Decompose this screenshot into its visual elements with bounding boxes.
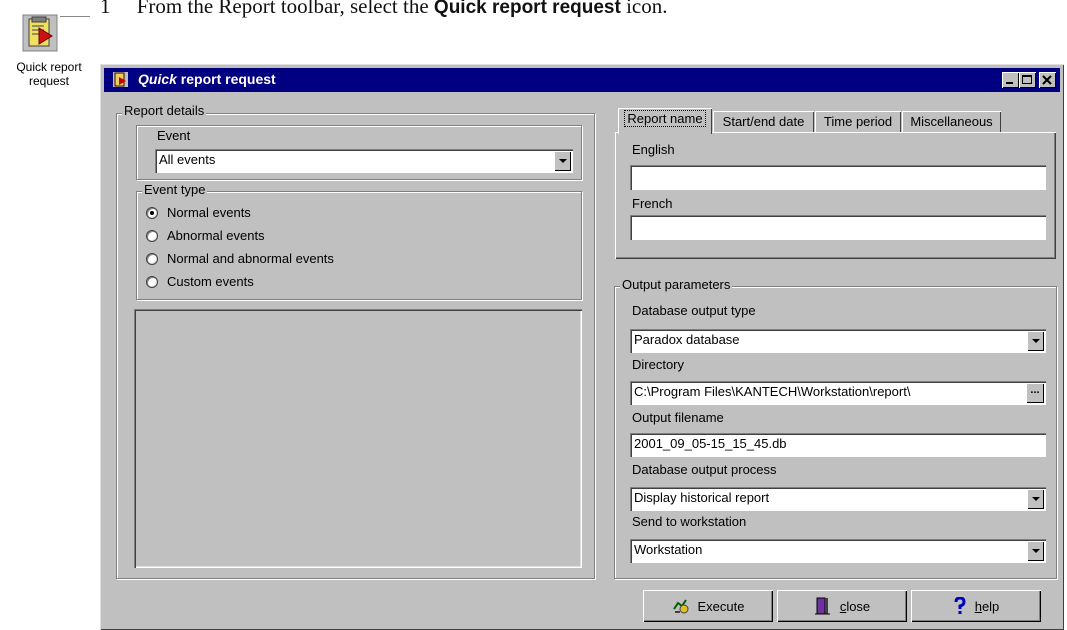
tab-time-period[interactable]: Time period <box>815 111 901 133</box>
radio-custom-events[interactable] <box>146 276 158 288</box>
db-output-process-select[interactable]: Display historical report <box>630 487 1046 511</box>
tab-miscellaneous[interactable]: Miscellaneous <box>902 111 1001 133</box>
output-filename-label: Output filename <box>632 410 724 425</box>
english-label: English <box>632 142 675 157</box>
execute-icon <box>672 599 688 614</box>
execute-label: Execute <box>697 598 745 614</box>
quick-report-label[interactable]: Quick report request <box>8 60 90 88</box>
window-title-rest: report request <box>176 71 276 87</box>
event-select[interactable]: All events <box>155 149 573 173</box>
step-number: 1 <box>100 0 111 18</box>
radio-abnormal-events-label[interactable]: Abnormal events <box>167 228 265 243</box>
radio-custom-events-label[interactable]: Custom events <box>167 274 254 289</box>
maximize-button[interactable] <box>1019 72 1036 88</box>
radio-normal-abnormal-events-label[interactable]: Normal and abnormal events <box>167 251 334 266</box>
app-icon <box>112 71 129 88</box>
title-bar[interactable]: Quick report request <box>104 68 1060 92</box>
radio-abnormal-events[interactable] <box>146 230 158 242</box>
help-question-icon <box>954 597 966 614</box>
report-details-label: Report details <box>122 103 207 118</box>
directory-label: Directory <box>632 357 685 372</box>
instruction-prefix: From the Report toolbar, select the <box>136 0 434 18</box>
french-label: French <box>632 196 673 211</box>
db-output-process-label: Database output process <box>632 462 777 477</box>
window-title-italic: Quick <box>138 71 177 87</box>
close-label: close <box>840 599 870 614</box>
english-field[interactable] <box>630 165 1046 190</box>
radio-normal-abnormal-events[interactable] <box>146 253 158 265</box>
event-select-value: All events <box>159 152 216 167</box>
event-type-label: Event type <box>142 182 208 197</box>
send-to-workstation-value: Workstation <box>634 542 703 557</box>
event-label: Event <box>157 128 191 143</box>
chevron-down-icon[interactable] <box>1027 541 1044 561</box>
tab-report-name-label: Report name <box>624 110 706 127</box>
send-to-workstation-select[interactable]: Workstation <box>630 539 1046 563</box>
toolbar-divider <box>60 16 90 17</box>
minimize-button[interactable] <box>1002 72 1019 88</box>
window-title: Quick report request <box>138 71 276 87</box>
db-output-process-value: Display historical report <box>634 490 770 505</box>
directory-field[interactable]: C:\Program Files\KANTECH\Workstation\rep… <box>630 381 1046 405</box>
custom-events-panel <box>134 309 582 568</box>
chevron-down-icon[interactable] <box>554 151 571 171</box>
french-field[interactable] <box>630 215 1046 240</box>
instruction-text: 1 From the Report toolbar, select the Qu… <box>100 0 667 19</box>
door-icon <box>814 597 830 615</box>
browse-button[interactable]: ... <box>1026 383 1044 403</box>
help-label: help <box>975 599 1000 614</box>
execute-button[interactable]: Execute <box>643 590 773 622</box>
help-button[interactable]: help <box>911 590 1041 622</box>
tab-start-end-date[interactable]: Start/end date <box>713 111 814 133</box>
output-filename-field[interactable]: 2001_09_05-15_15_45.db <box>630 433 1046 457</box>
directory-value: C:\Program Files\KANTECH\Workstation\rep… <box>634 384 911 399</box>
quick-report-icon[interactable] <box>22 14 58 52</box>
tab-report-name[interactable]: Report name <box>618 108 712 134</box>
close-window-button[interactable] <box>1039 72 1056 88</box>
db-output-type-value: Paradox database <box>634 332 740 347</box>
output-parameters-label: Output parameters <box>620 277 733 292</box>
send-to-workstation-label: Send to workstation <box>632 514 747 529</box>
help-accelerator: h <box>974 598 982 614</box>
radio-normal-events[interactable] <box>146 207 158 219</box>
chevron-down-icon[interactable] <box>1027 331 1044 351</box>
help-label-rest: elp <box>981 598 1000 614</box>
chevron-down-icon[interactable] <box>1027 489 1044 509</box>
db-output-type-select[interactable]: Paradox database <box>630 329 1046 353</box>
close-button[interactable]: close <box>777 590 907 622</box>
db-output-type-label: Database output type <box>632 303 756 318</box>
close-label-rest: lose <box>846 598 871 614</box>
instruction-suffix: icon. <box>620 0 668 18</box>
instruction-bold: Quick report request <box>433 0 621 18</box>
radio-normal-events-label[interactable]: Normal events <box>167 205 251 220</box>
